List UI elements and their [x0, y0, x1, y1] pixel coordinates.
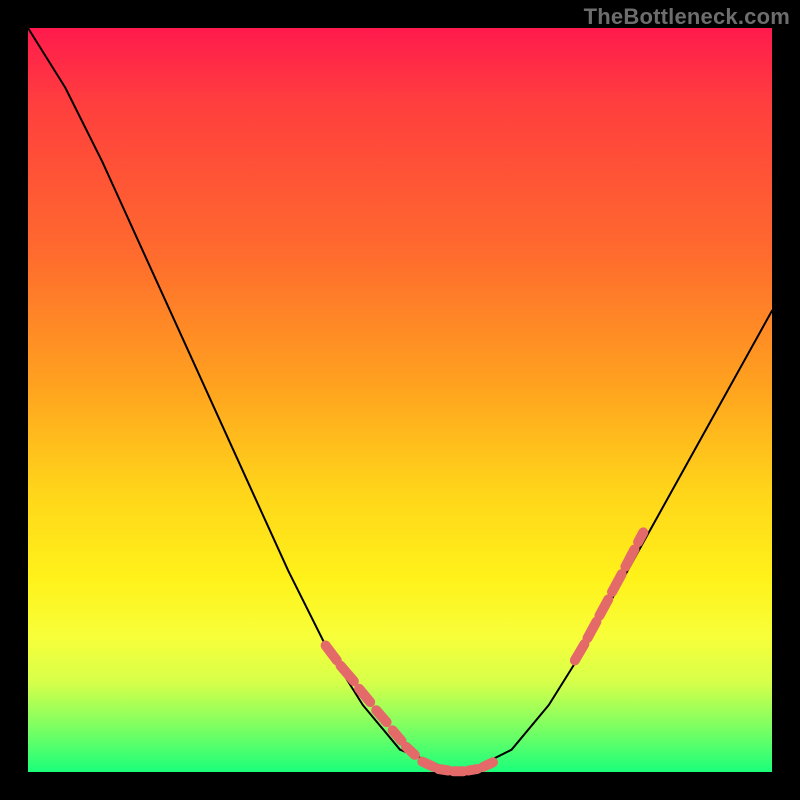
watermark-text: TheBottleneck.com	[584, 4, 790, 30]
chart-svg	[28, 28, 772, 772]
highlight-markers	[326, 532, 644, 771]
chart-frame: TheBottleneck.com	[0, 0, 800, 800]
plot-area	[28, 28, 772, 772]
bottleneck-curve	[28, 28, 772, 772]
